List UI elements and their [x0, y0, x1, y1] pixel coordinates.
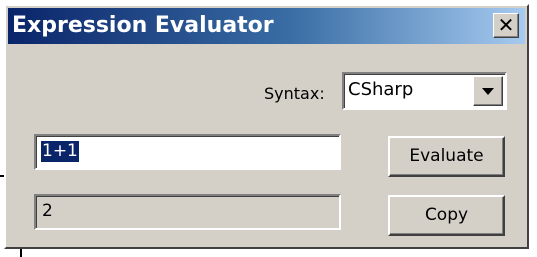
syntax-dropdown[interactable]: CSharp	[342, 72, 507, 110]
close-button[interactable]: ✕	[493, 13, 519, 38]
syntax-selected-value: CSharp	[348, 79, 414, 100]
expression-input[interactable]: 1+1	[34, 134, 341, 170]
syntax-label: Syntax:	[264, 84, 325, 103]
title-bar[interactable]: Expression Evaluator ✕	[8, 8, 525, 44]
expression-input-value: 1+1	[41, 141, 79, 162]
window-title: Expression Evaluator	[12, 13, 274, 38]
expression-evaluator-dialog: Expression Evaluator ✕ Syntax: CSharp 1+…	[4, 4, 529, 249]
chevron-down-icon	[482, 88, 494, 95]
result-field: 2	[34, 194, 341, 230]
result-value: 2	[42, 201, 53, 221]
close-icon: ✕	[497, 13, 515, 37]
syntax-dropdown-button[interactable]	[473, 76, 503, 106]
copy-button[interactable]: Copy	[388, 195, 505, 236]
evaluate-button[interactable]: Evaluate	[388, 136, 505, 177]
